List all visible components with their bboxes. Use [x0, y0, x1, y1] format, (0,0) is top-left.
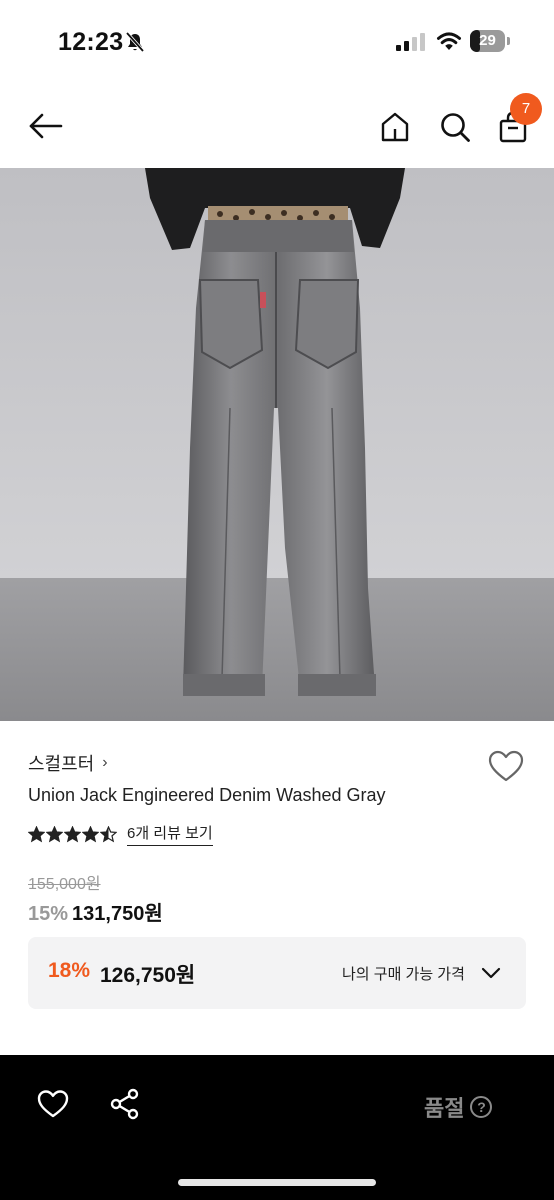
star-icon	[100, 825, 117, 842]
review-link[interactable]: 6개 리뷰 보기	[127, 822, 213, 846]
like-button[interactable]	[36, 1087, 70, 1121]
wifi-icon	[437, 32, 461, 50]
bell-off-icon	[125, 31, 145, 53]
search-button[interactable]	[434, 106, 476, 148]
product-name: Union Jack Engineered Denim Washed Gray	[28, 785, 386, 805]
chevron-right-icon: ›	[102, 754, 108, 771]
my-discount-rate: 18%	[48, 959, 91, 982]
search-icon	[441, 113, 470, 142]
brand-name: 스컬프터	[28, 754, 95, 774]
sold-out-status: 품절 ?	[424, 1091, 493, 1123]
battery-tip	[507, 37, 510, 45]
battery-level: 29	[479, 32, 496, 49]
home-icon	[381, 112, 409, 142]
wishlist-heart-button[interactable]	[487, 749, 525, 783]
brand-link[interactable]: 스컬프터 ›	[28, 750, 108, 776]
help-icon[interactable]: ?	[470, 1096, 493, 1118]
rating-row: 6개 리뷰 보기	[28, 822, 213, 846]
product-photo	[0, 168, 554, 721]
my-price: 126,750원	[100, 964, 196, 987]
sale-price: 131,750원	[72, 903, 163, 925]
discount-rate: 15%	[28, 903, 69, 925]
share-icon	[110, 1088, 139, 1120]
star-icon	[82, 825, 99, 842]
price-row: 15% 131,750원	[28, 897, 163, 926]
product-image[interactable]	[0, 168, 554, 721]
my-price-label: 나의 구매 가능 가격	[342, 966, 465, 983]
share-button[interactable]	[108, 1087, 142, 1121]
heart-icon	[37, 1090, 69, 1118]
heart-icon	[488, 750, 524, 782]
home-indicator	[178, 1179, 376, 1186]
star-icon	[64, 825, 81, 842]
star-icon	[28, 825, 45, 842]
my-price-dropdown[interactable]: 18% 126,750원 나의 구매 가능 가격	[28, 937, 526, 1009]
bottom-action-bar: 품절 ?	[0, 1055, 554, 1200]
chevron-down-icon	[481, 967, 501, 979]
status-bar: 12:23 29	[0, 0, 554, 84]
cart-count-badge: 7	[510, 93, 542, 125]
original-price: 155,000원	[28, 876, 101, 893]
status-time: 12:23	[58, 28, 124, 56]
home-button[interactable]	[374, 106, 416, 148]
battery-icon: 29	[470, 30, 510, 52]
cellular-signal-icon	[396, 33, 425, 51]
back-button[interactable]	[24, 106, 68, 146]
star-rating	[28, 825, 117, 843]
sold-out-label: 품절	[424, 1096, 465, 1121]
top-nav	[0, 84, 554, 168]
back-arrow-icon	[29, 113, 63, 139]
star-icon	[46, 825, 63, 842]
